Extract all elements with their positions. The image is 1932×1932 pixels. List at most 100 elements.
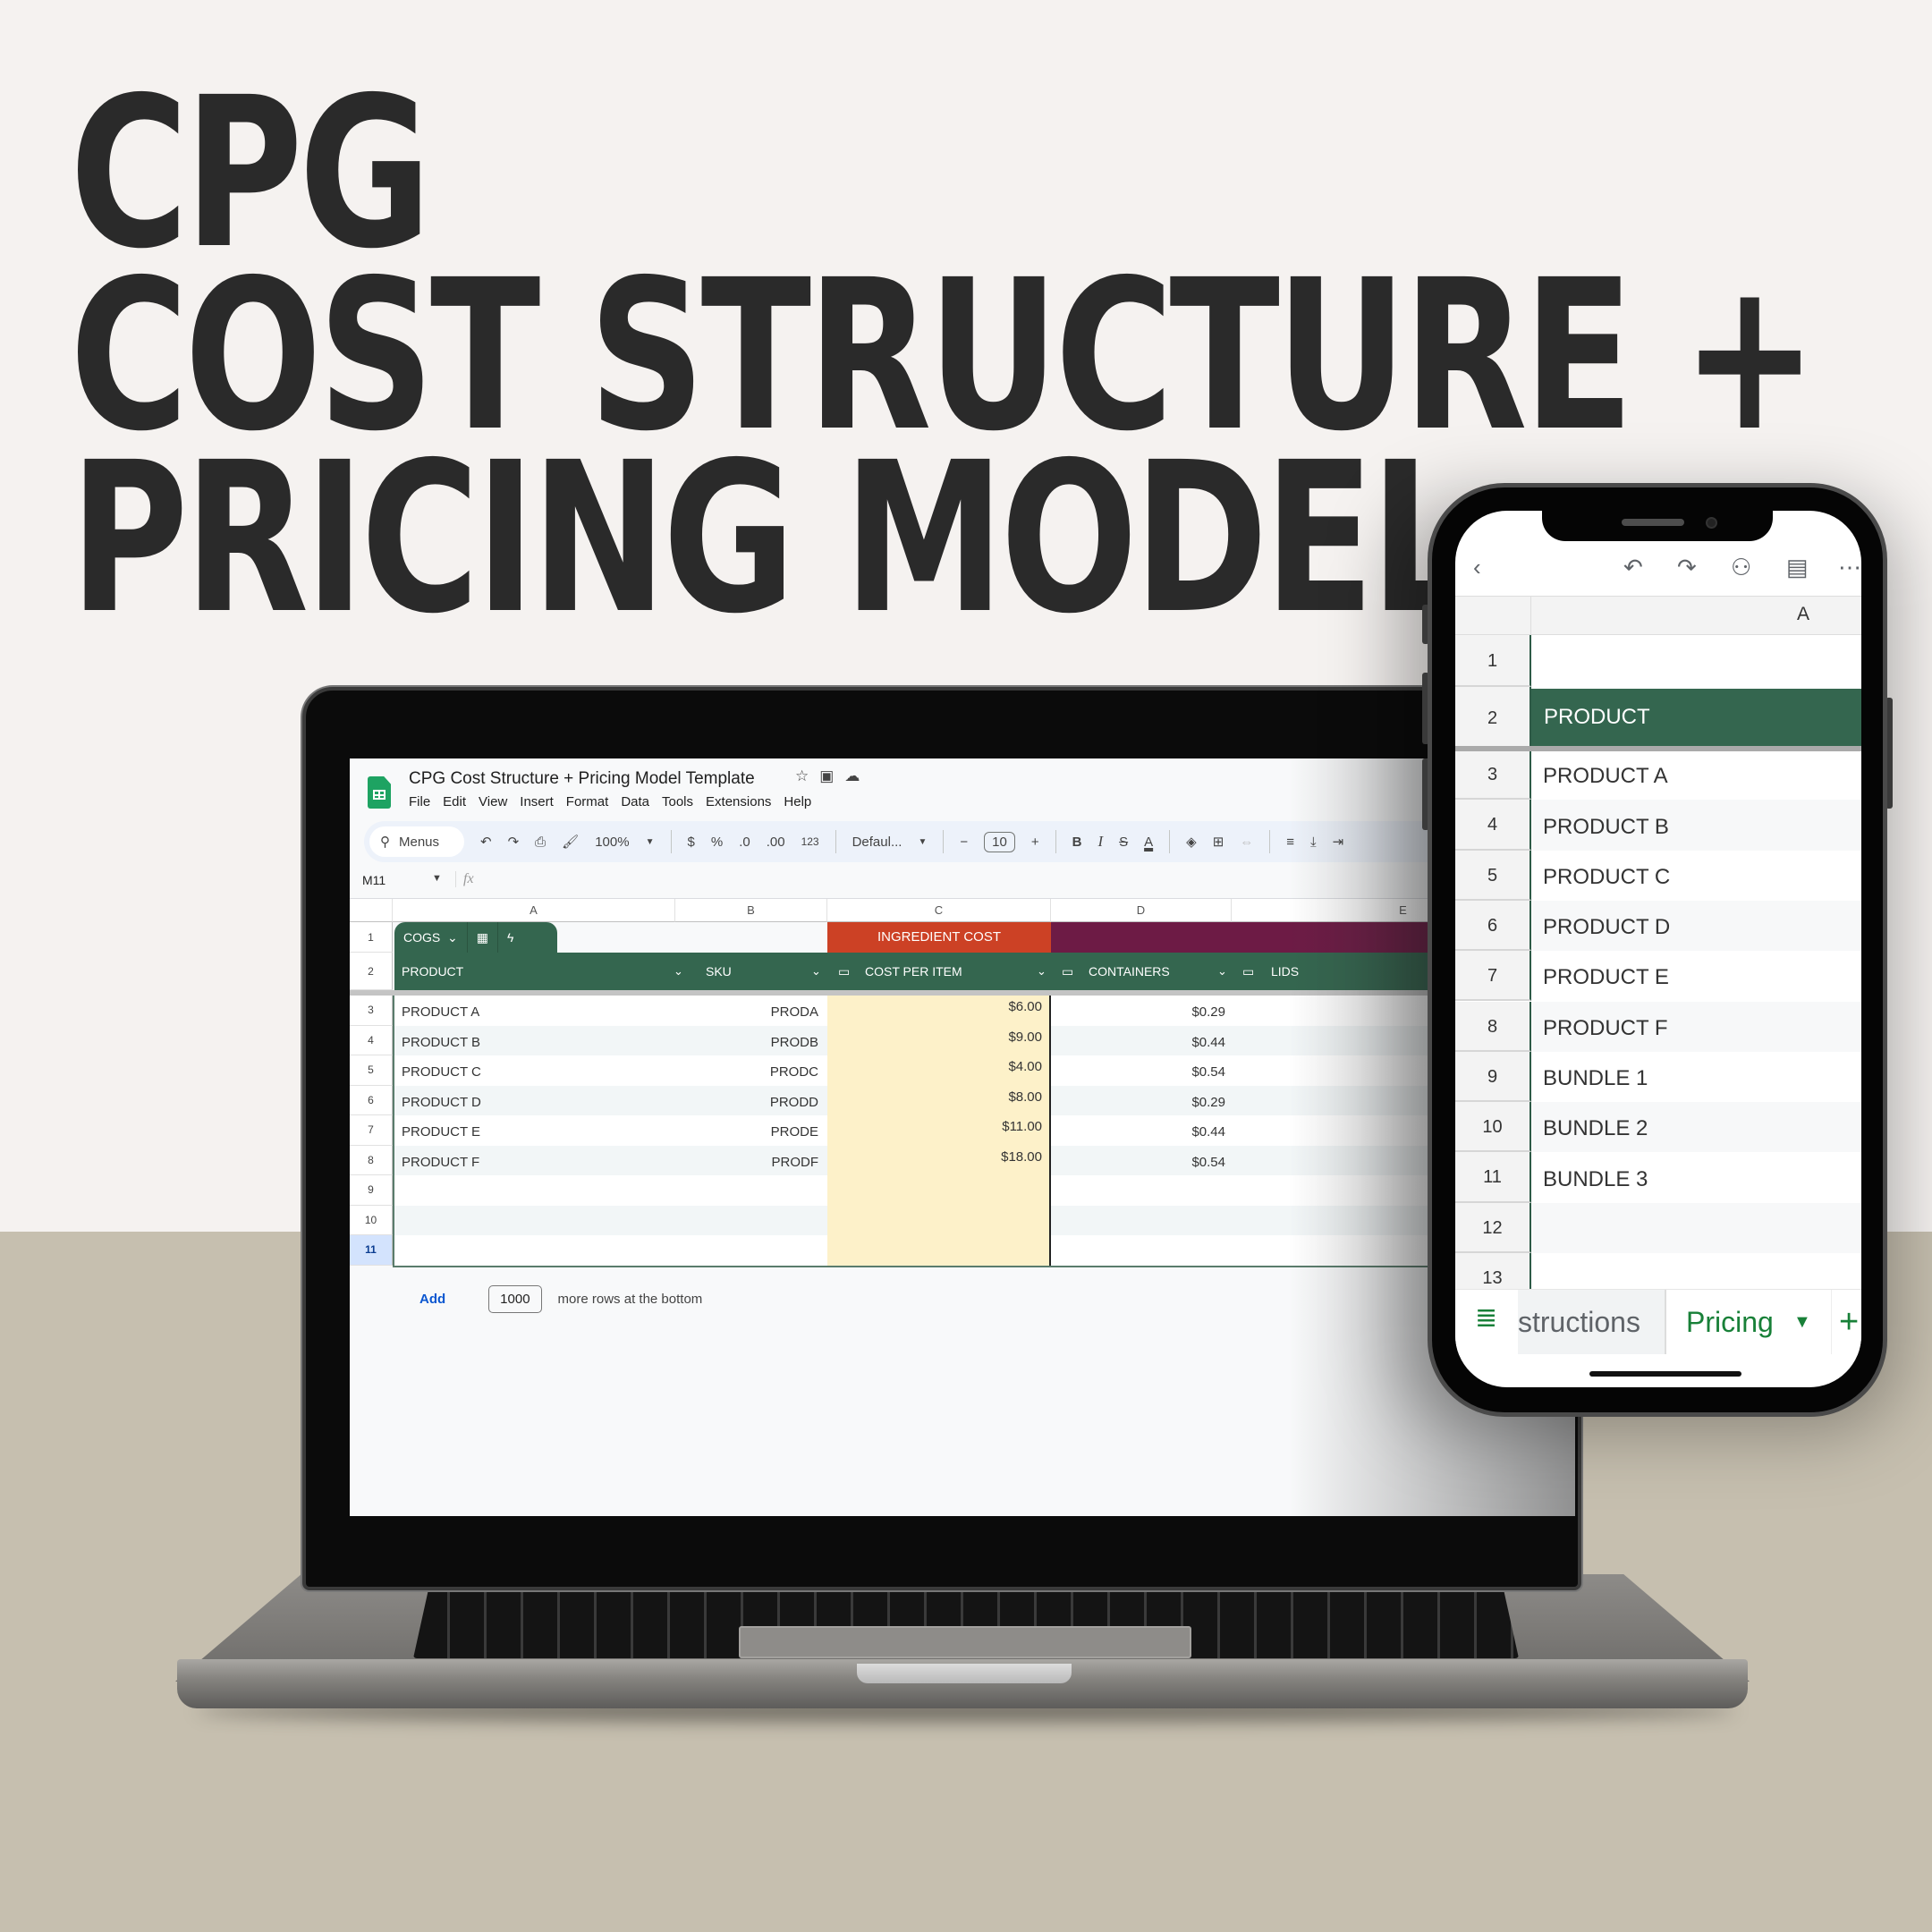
back-icon[interactable]: ‹ — [1473, 554, 1481, 581]
column-header-a[interactable]: A — [393, 899, 675, 922]
cost-per-item-cell[interactable]: $8.00 — [827, 1089, 1042, 1105]
row-header-8[interactable]: 8 — [350, 1145, 393, 1175]
menu-insert[interactable]: Insert — [520, 794, 554, 809]
containers-filter-chevron-icon[interactable]: ⌄ — [1217, 953, 1227, 990]
phone-row[interactable]: 8 PRODUCT F — [1455, 1001, 1861, 1052]
bold-button[interactable]: B — [1072, 835, 1082, 850]
cogs-table-name[interactable]: COGS ⌄ — [394, 922, 468, 953]
sku-filter-chevron-icon[interactable]: ⌄ — [811, 953, 821, 990]
phone-row[interactable]: 1 — [1455, 635, 1861, 687]
menu-data[interactable]: Data — [621, 794, 649, 809]
sku-cell[interactable]: PRODF — [675, 1155, 819, 1170]
decrease-decimal-button[interactable]: .0 — [739, 835, 750, 850]
table-lightning-icon[interactable]: ϟ — [498, 922, 522, 953]
row-header-6[interactable]: 6 — [350, 1085, 393, 1115]
more-options-icon[interactable]: ⋯ — [1838, 554, 1861, 581]
row-header-11[interactable]: 11 — [350, 1235, 393, 1266]
phone-product-cell[interactable]: PRODUCT D — [1543, 915, 1670, 940]
product-cell[interactable]: PRODUCT F — [402, 1155, 479, 1170]
product-cell[interactable]: PRODUCT E — [402, 1124, 480, 1140]
row-header-9[interactable]: 9 — [350, 1175, 393, 1206]
phone-row-header[interactable]: 8 — [1455, 1001, 1531, 1052]
move-to-folder-icon[interactable]: ▣ — [819, 767, 844, 784]
increase-decimal-button[interactable]: .00 — [767, 835, 785, 850]
phone-row-header[interactable]: 6 — [1455, 900, 1531, 952]
row-header-4[interactable]: 4 — [350, 1025, 393, 1055]
containers-cell[interactable]: $0.54 — [1051, 1064, 1225, 1080]
phone-row-header[interactable]: 3 — [1455, 750, 1531, 801]
phone-row[interactable]: 6 PRODUCT D — [1455, 900, 1861, 952]
containers-cell[interactable]: $0.29 — [1051, 1004, 1225, 1020]
phone-row[interactable]: 11 BUNDLE 3 — [1455, 1152, 1861, 1203]
sku-cell[interactable]: PRODD — [675, 1095, 818, 1110]
containers-cell[interactable]: $0.44 — [1051, 1035, 1225, 1050]
containers-cell[interactable]: $0.44 — [1051, 1124, 1225, 1140]
cost-filter-chevron-icon[interactable]: ⌄ — [1037, 953, 1046, 990]
phone-row-header[interactable]: 9 — [1455, 1051, 1531, 1103]
product-cell[interactable]: PRODUCT C — [402, 1064, 481, 1080]
menu-extensions[interactable]: Extensions — [706, 794, 771, 809]
select-all-corner[interactable] — [1455, 597, 1531, 636]
product-cell[interactable]: PRODUCT B — [402, 1035, 480, 1050]
sku-cell[interactable]: PRODE — [675, 1124, 818, 1140]
menu-edit[interactable]: Edit — [443, 794, 466, 809]
header-cost-per-item[interactable]: COST PER ITEM — [865, 953, 962, 990]
print-icon[interactable]: ⎙ — [535, 835, 546, 850]
phone-row-header[interactable]: 5 — [1455, 850, 1531, 901]
zoom-select[interactable]: 100% — [595, 835, 629, 850]
font-caret-icon[interactable]: ▼ — [918, 837, 927, 847]
containers-cell[interactable]: $0.29 — [1051, 1095, 1225, 1110]
cloud-saved-icon[interactable]: ☁ — [844, 767, 870, 784]
phone-row-header[interactable]: 4 — [1455, 800, 1531, 851]
header-product[interactable]: PRODUCT — [402, 953, 463, 990]
tab-instructions[interactable]: structions — [1518, 1290, 1666, 1354]
cogs-table-tab[interactable]: COGS ⌄ ▦ ϟ — [394, 922, 557, 953]
menu-help[interactable]: Help — [784, 794, 811, 809]
cost-per-item-cell[interactable]: $18.00 — [827, 1149, 1042, 1165]
name-box-caret-icon[interactable]: ▼ — [432, 873, 442, 884]
phone-product-cell[interactable]: PRODUCT B — [1543, 815, 1669, 840]
phone-row[interactable]: 12 — [1455, 1202, 1861, 1253]
phone-product-cell[interactable]: BUNDLE 3 — [1543, 1167, 1648, 1192]
font-select[interactable]: Defaul... — [852, 835, 902, 850]
font-size-decrease-button[interactable]: − — [960, 835, 968, 850]
phone-product-cell[interactable]: PRODUCT E — [1543, 965, 1669, 990]
header-sku[interactable]: SKU — [706, 953, 732, 990]
phone-row[interactable]: 10 BUNDLE 2 — [1455, 1102, 1861, 1153]
phone-product-cell[interactable]: PRODUCT A — [1543, 764, 1668, 789]
search-menus[interactable]: ⚲ Menus — [369, 826, 464, 857]
select-all-corner[interactable] — [350, 899, 393, 922]
add-rows-button[interactable]: Add — [419, 1292, 445, 1307]
row-header-10[interactable]: 10 — [350, 1205, 393, 1235]
row-header-5[interactable]: 5 — [350, 1055, 393, 1086]
comments-icon[interactable]: ▤ — [1786, 554, 1809, 581]
star-icon[interactable]: ☆ — [795, 767, 819, 784]
horizontal-align-icon[interactable]: ≡ — [1286, 835, 1294, 850]
tab-pricing[interactable]: Pricing — [1686, 1290, 1774, 1354]
italic-button[interactable]: I — [1097, 833, 1103, 851]
text-wrapping-icon[interactable]: ⇥ — [1333, 834, 1344, 850]
menu-tools[interactable]: Tools — [662, 794, 693, 809]
sku-cell[interactable]: PRODA — [675, 1004, 818, 1020]
font-size-input[interactable]: 10 — [984, 831, 1015, 852]
table-calculator-icon[interactable]: ▦ — [468, 922, 498, 953]
tab-pricing-caret-icon[interactable]: ▼ — [1793, 1290, 1811, 1354]
product-cell[interactable]: PRODUCT D — [402, 1095, 481, 1110]
phone-product-cell[interactable]: BUNDLE 1 — [1543, 1066, 1648, 1091]
sheets-logo-icon[interactable] — [368, 776, 391, 809]
phone-row-header[interactable]: 2 — [1455, 687, 1531, 750]
paint-format-icon[interactable]: 🖌︎ — [562, 834, 579, 850]
currency-format-button[interactable]: $ — [688, 835, 695, 850]
add-rows-count-input[interactable]: 1000 — [488, 1285, 542, 1313]
row-header-1[interactable]: 1 — [350, 922, 393, 953]
header-lids[interactable]: LIDS — [1271, 953, 1299, 990]
phone-row[interactable]: 4 PRODUCT B — [1455, 800, 1861, 851]
more-formats-button[interactable]: 123 — [801, 835, 819, 848]
row-header-2[interactable]: 2 — [350, 953, 393, 990]
column-header-c[interactable]: C — [827, 899, 1051, 922]
share-add-person-icon[interactable]: ⚇ — [1731, 554, 1751, 581]
phone-product-cell[interactable]: BUNDLE 2 — [1543, 1116, 1648, 1141]
add-sheet-icon[interactable]: + — [1831, 1290, 1859, 1354]
phone-row-header[interactable]: 10 — [1455, 1102, 1531, 1153]
menu-view[interactable]: View — [479, 794, 507, 809]
